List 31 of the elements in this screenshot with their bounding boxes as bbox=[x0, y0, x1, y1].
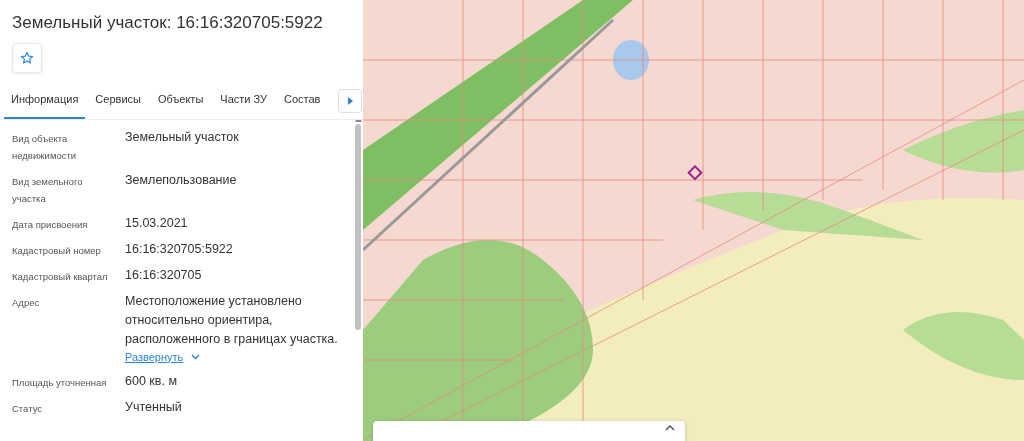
property-value: Земельный участок bbox=[125, 128, 239, 146]
property-label: Кадастровый квартал bbox=[12, 269, 109, 284]
property-value: 16:16:320705 bbox=[125, 266, 202, 284]
tab[interactable]: Состав bbox=[277, 83, 328, 119]
chevron-down-icon[interactable] bbox=[191, 354, 201, 361]
property-label: Вид объекта недвижимости bbox=[12, 131, 78, 163]
expand-link[interactable]: Развернуть bbox=[125, 348, 184, 366]
tabs-scroll-button[interactable] bbox=[338, 89, 362, 114]
property-value: 16:16:320705:5922 bbox=[125, 240, 233, 258]
panel-title: Земельный участок: 16:16:320705:5922 bbox=[11, 12, 324, 34]
property-value: Местоположение установлено относительно ориентира, расположенного в границах участка. bbox=[125, 292, 339, 348]
property-label: Площадь уточненная bbox=[12, 376, 108, 391]
property-label: Дата присвоения bbox=[12, 217, 89, 232]
caret-right-icon bbox=[347, 97, 353, 106]
tab[interactable]: Части ЗУ bbox=[213, 83, 274, 119]
property-label: Адрес bbox=[12, 295, 41, 310]
star-icon bbox=[20, 51, 34, 66]
favorite-button[interactable] bbox=[12, 43, 42, 74]
property-label: Вид земельного участка bbox=[12, 174, 84, 206]
property-value: Землепользование bbox=[125, 171, 237, 189]
property-label: Кадастровый номер bbox=[12, 243, 102, 258]
chevron-up-icon bbox=[665, 425, 675, 431]
property-label: Статус bbox=[12, 402, 44, 417]
tab[interactable]: Информация bbox=[4, 83, 86, 119]
property-value: Учтенный bbox=[125, 399, 182, 417]
map-drawing[interactable] bbox=[363, 0, 1024, 441]
scrollbar-thumb[interactable] bbox=[355, 123, 361, 330]
property-value: 600 кв. м bbox=[125, 373, 177, 391]
tab[interactable]: Объекты bbox=[150, 83, 211, 119]
property-value: 15.03.2021 bbox=[125, 214, 188, 232]
tab[interactable]: Сервисы bbox=[88, 83, 148, 119]
